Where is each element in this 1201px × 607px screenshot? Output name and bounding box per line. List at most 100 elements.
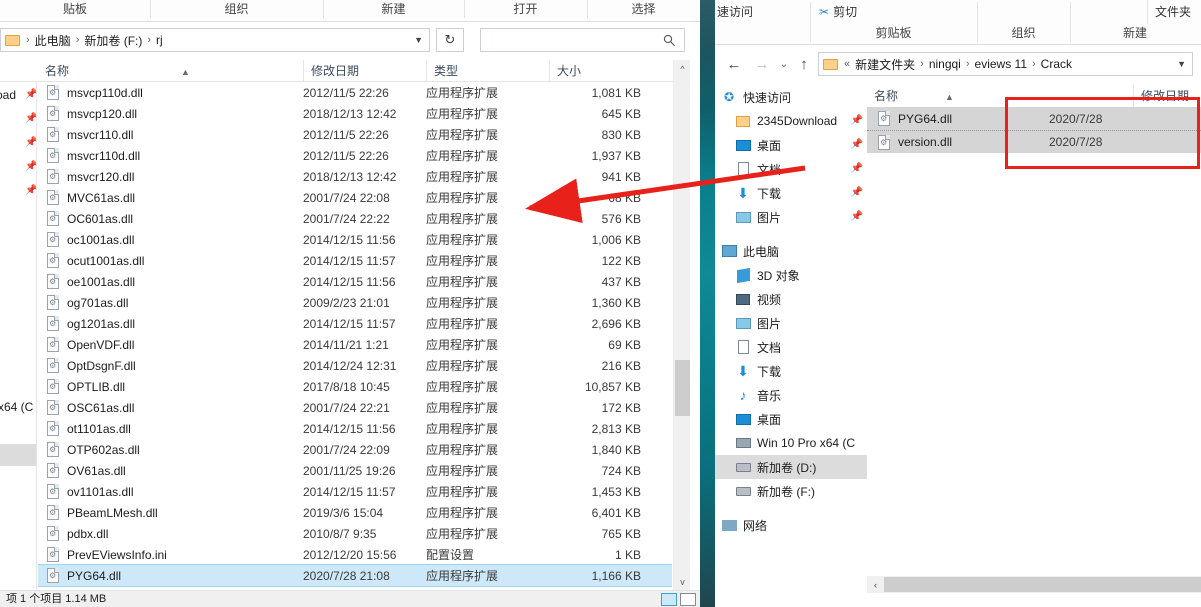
breadcrumb-overflow-icon[interactable]: « [841,58,853,70]
breadcrumb-item-new-folder[interactable]: 新建文件夹 [853,56,917,73]
table-row[interactable]: ⚙oe1001as.dll2014/12/15 11:56应用程序扩展437 K… [38,271,672,292]
breadcrumb-item-eviews-11[interactable]: eviews 11 [973,57,1029,71]
table-row[interactable]: ⚙OC601as.dll2001/7/24 22:22应用程序扩展576 KB [38,208,672,229]
back-button[interactable]: ← [723,54,745,74]
nav-item-3D 对象[interactable]: 3D 对象 [715,263,867,287]
nav-item-音乐[interactable]: ♪音乐 [715,383,867,407]
table-row[interactable]: ⚙msvcp120.dll2018/12/13 12:42应用程序扩展645 K… [38,103,672,124]
nav-item-网络[interactable]: 网络 [715,513,867,537]
table-row[interactable]: ⚙OTP602as.dll2001/7/24 22:09应用程序扩展1,840 … [38,439,672,460]
left-file-list[interactable]: ⚙msvcp110d.dll2012/11/5 22:26应用程序扩展1,081… [38,82,672,590]
nav-item-视频[interactable]: 视频 [715,287,867,311]
ribbon-new-folder-button[interactable]: 文件夹 [1155,3,1191,20]
breadcrumb-item-crack[interactable]: Crack [1039,57,1074,71]
table-row[interactable]: ⚙OPTLIB.dll2017/8/18 10:45应用程序扩展10,857 K… [38,376,672,397]
table-row[interactable]: ⚙PrevEViewsInfo.ini2012/12/20 15:56配置设置1… [38,544,672,565]
nav-item-桌面[interactable]: 桌面 [715,407,867,431]
nav-item-下载[interactable]: ⬇下载📌 [715,181,867,205]
left-vertical-scrollbar[interactable]: ^ v [673,60,690,590]
pin-icon[interactable]: 📌 [25,185,36,196]
table-row[interactable]: ⚙OptDsgnF.dll2014/12/24 12:31应用程序扩展216 K… [38,355,672,376]
table-row[interactable]: ⚙msvcr120.dll2018/12/13 12:42应用程序扩展941 K… [38,166,672,187]
ribbon-quick-access-label[interactable]: 速访问 [717,3,753,20]
nav-item-Win 10 Pro x64 (C[interactable]: Win 10 Pro x64 (C [715,431,867,455]
scroll-up-button[interactable]: ^ [674,60,691,77]
nav-item-图片[interactable]: 图片📌 [715,205,867,229]
table-row[interactable]: ⚙oc1001as.dll2014/12/15 11:56应用程序扩展1,006… [38,229,672,250]
pin-icon[interactable]: 📌 [25,89,36,100]
table-row[interactable]: ⚙msvcp110d.dll2012/11/5 22:26应用程序扩展1,081… [38,82,672,103]
nav-item-下载[interactable]: ⬇下载 [715,359,867,383]
nav-item-新加卷 (F:)[interactable]: 新加卷 (F:) [715,479,867,503]
table-row[interactable]: ⚙ot1101as.dll2014/12/15 11:56应用程序扩展2,813… [38,418,672,439]
table-row[interactable]: ⚙PYG64.dll2020/7/28 [867,107,1201,130]
column-header-date[interactable]: 修改日期 [303,60,426,82]
scrollbar-thumb[interactable] [884,577,1201,592]
column-header-name[interactable]: 名称 ▲ [867,85,1049,107]
table-row[interactable]: ⚙PBeamLMesh.dll2019/3/6 15:04应用程序扩展6,401… [38,502,672,523]
column-header-name[interactable]: 名称 ▲ [38,60,303,82]
table-row[interactable]: ⚙msvcr110.dll2012/11/5 22:26应用程序扩展830 KB [38,124,672,145]
table-row[interactable]: ⚙og1201as.dll2014/12/15 11:57应用程序扩展2,696… [38,313,672,334]
chevron-down-icon[interactable]: ▼ [414,35,423,45]
table-row[interactable]: ⚙OV61as.dll2001/11/25 19:26应用程序扩展724 KB [38,460,672,481]
pin-icon[interactable]: 📌 [25,161,36,172]
pin-icon[interactable]: 📌 [851,211,863,222]
pin-icon[interactable]: 📌 [851,187,863,198]
nav-sliver-selected-row[interactable] [0,444,37,466]
ribbon-group-organize[interactable]: 组织 [977,24,1070,42]
table-row[interactable]: ⚙ov1101as.dll2014/12/15 11:57应用程序扩展1,453… [38,481,672,502]
table-row[interactable]: ⚙OSC61as.dll2001/7/24 22:21应用程序扩展172 KB [38,397,672,418]
pin-icon[interactable]: 📌 [851,115,863,126]
breadcrumb-item-rj[interactable]: rj [154,33,165,47]
refresh-button[interactable]: ↻ [436,28,464,52]
ribbon-group-clipboard[interactable]: 剪贴板 [810,24,977,42]
pin-icon[interactable]: 📌 [851,163,863,174]
nav-item-图片[interactable]: 图片 [715,311,867,335]
table-row[interactable]: ⚙OpenVDF.dll2014/11/21 1:21应用程序扩展69 KB [38,334,672,355]
ribbon-group-select[interactable]: 选择 [587,0,700,22]
nav-item-2345Download[interactable]: 2345Download📌 [715,109,867,133]
table-row[interactable]: ⚙pdbx.dll2010/8/7 9:35应用程序扩展765 KB [38,523,672,544]
right-breadcrumb-bar[interactable]: « 新建文件夹 › ningqi › eviews 11 › Crack ▼ [818,52,1193,76]
table-row[interactable]: ⚙msvcr110d.dll2012/11/5 22:26应用程序扩展1,937… [38,145,672,166]
ribbon-cut-button[interactable]: ✂ 剪切 [819,3,857,20]
detail-view-icon[interactable] [661,593,677,606]
ribbon-group-organize[interactable]: 组织 [150,0,323,22]
scroll-down-button[interactable]: v [674,573,691,590]
pin-icon[interactable]: 📌 [851,139,863,150]
table-row[interactable]: ⚙MVC61as.dll2001/7/24 22:08应用程序扩展68 KB [38,187,672,208]
table-row[interactable]: ⚙PYG64.dll2020/7/28 21:08应用程序扩展1,166 KB [38,565,672,586]
right-file-list[interactable]: ⚙PYG64.dll2020/7/28⚙version.dll2020/7/28 [867,107,1201,575]
forward-button[interactable]: → [751,54,773,74]
nav-item-新加卷 (D:)[interactable]: 新加卷 (D:) [715,455,867,479]
pin-icon[interactable]: 📌 [25,113,36,124]
nav-item-快速访问[interactable]: ✪快速访问 [715,85,867,109]
up-button[interactable]: ↑ [793,54,815,74]
ribbon-group-new[interactable]: 新建 [323,0,464,22]
chevron-down-icon[interactable]: ▼ [1177,59,1186,69]
ribbon-group-clipboard[interactable]: 贴板 [0,0,150,22]
list-view-icon[interactable] [680,593,696,606]
nav-item-文档[interactable]: 文档 [715,335,867,359]
recent-locations-button[interactable]: ⌄ [773,54,795,74]
nav-item-文档[interactable]: 文档📌 [715,157,867,181]
table-row[interactable]: ⚙og701as.dll2009/2/23 21:01应用程序扩展1,360 K… [38,292,672,313]
nav-item-桌面[interactable]: 桌面📌 [715,133,867,157]
breadcrumb-item-ningqi[interactable]: ningqi [927,57,963,71]
table-row[interactable]: ⚙version.dll2020/7/28 [867,130,1201,153]
scroll-left-button[interactable]: ‹ [867,576,884,593]
ribbon-group-open[interactable]: 打开 [464,0,587,22]
breadcrumb-item-this-pc[interactable]: 此电脑 [33,32,73,49]
breadcrumb-item-drive-f[interactable]: 新加卷 (F:) [82,32,144,49]
right-navigation-pane[interactable]: ✪快速访问2345Download📌桌面📌文档📌⬇下载📌图片📌此电脑3D 对象视… [715,85,867,575]
column-header-type[interactable]: 类型 [426,60,549,82]
nav-item-此电脑[interactable]: 此电脑 [715,239,867,263]
left-navigation-pane-clipped[interactable]: oad 📌 📌 📌 📌 📌 x64 (C [0,82,37,590]
scrollbar-thumb[interactable] [675,360,690,416]
left-breadcrumb-bar[interactable]: › 此电脑 › 新加卷 (F:) › rj ▼ [0,28,430,52]
ribbon-group-new[interactable]: 新建 [1070,24,1200,42]
column-header-date[interactable]: 修改日期 [1133,85,1201,107]
right-horizontal-scrollbar[interactable]: ‹ [867,576,1201,593]
pin-icon[interactable]: 📌 [25,137,36,148]
